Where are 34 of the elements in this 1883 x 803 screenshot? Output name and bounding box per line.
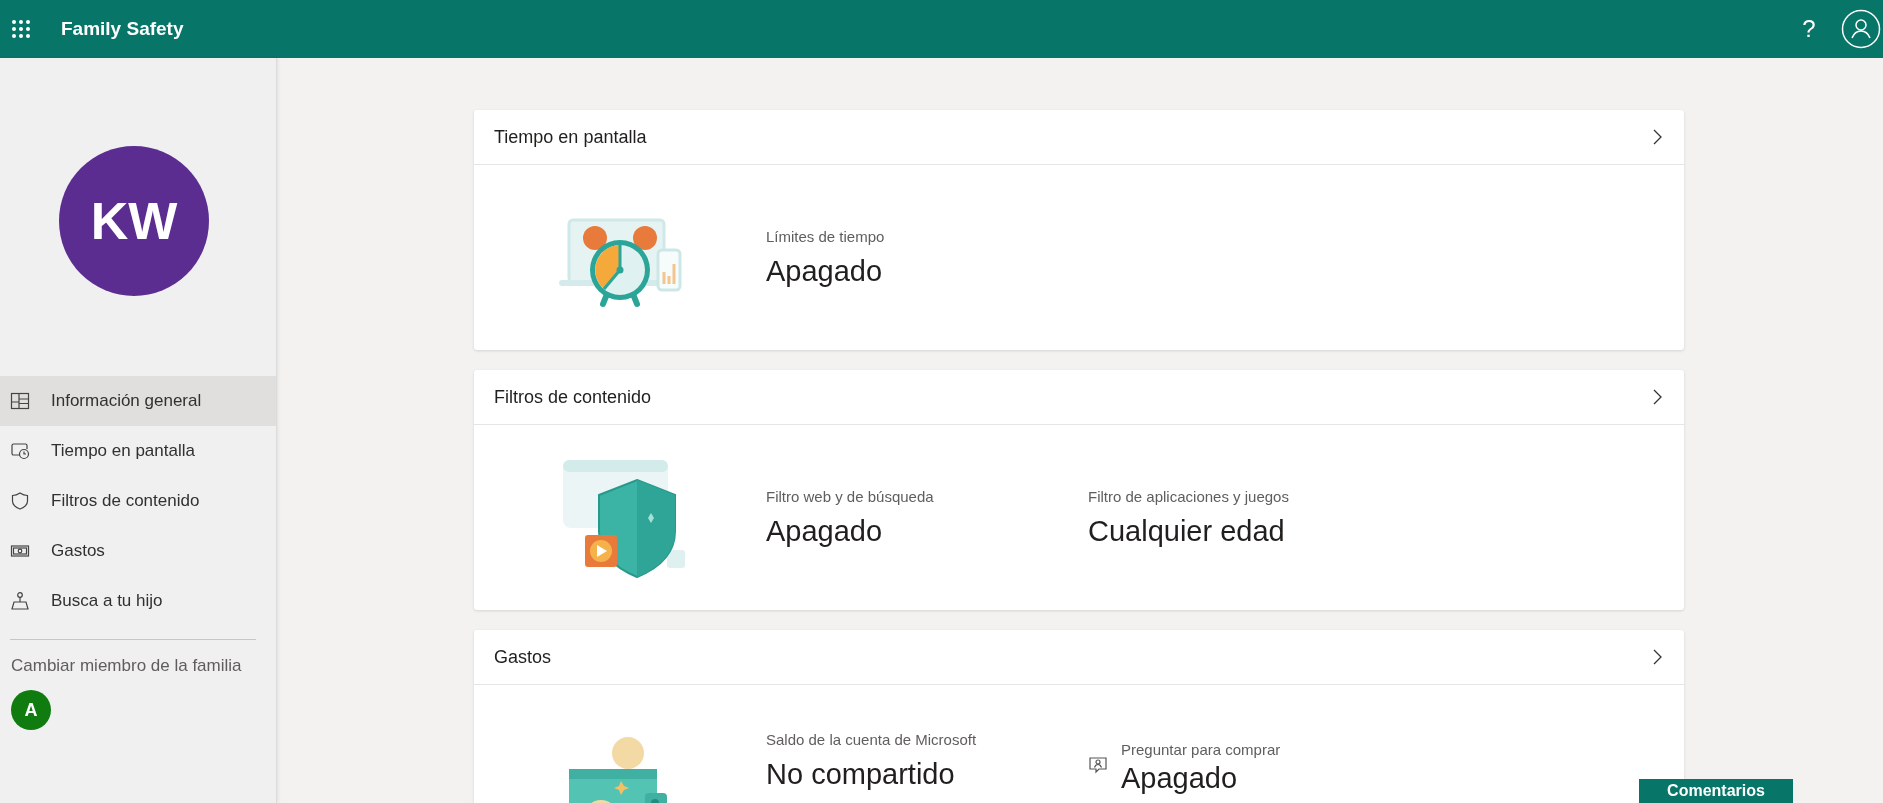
layout-grid-icon	[10, 391, 30, 411]
stat-value: Cualquier edad	[1088, 514, 1286, 548]
stat-label: Filtro de aplicaciones y juegos	[1088, 487, 1290, 505]
person-location-icon	[10, 591, 30, 611]
sidebar-item[interactable]: Gastos	[0, 526, 276, 576]
chevron-right-icon[interactable]	[1652, 649, 1662, 665]
account-icon[interactable]	[1841, 9, 1881, 49]
stat-value: Apagado	[1121, 763, 1239, 795]
shield-icon	[10, 491, 30, 511]
card-title[interactable]: Gastos	[494, 646, 552, 668]
chevron-right-icon[interactable]	[1652, 389, 1662, 405]
person-chat-icon	[1088, 755, 1108, 775]
chevron-right-icon[interactable]	[1652, 129, 1662, 145]
sidebar-item[interactable]: Filtros de contenido	[0, 476, 276, 526]
stat-value: No compartido	[766, 758, 956, 791]
app-title: Family Safety	[61, 18, 184, 40]
monitor-clock-icon	[10, 441, 30, 461]
member-avatar[interactable]: A	[11, 690, 51, 730]
stat-label: Saldo de la cuenta de Microsoft	[766, 731, 978, 748]
stat-value: Apagado	[766, 514, 884, 548]
sidebar-item[interactable]: Información general	[0, 376, 276, 426]
card-title[interactable]: Tiempo en pantalla	[494, 126, 647, 148]
profile-avatar: KW	[59, 146, 209, 296]
help-button[interactable]: ?	[1797, 13, 1821, 45]
sidebar-item[interactable]: Busca a tu hijo	[0, 576, 276, 626]
stat-label: Preguntar para comprar	[1121, 741, 1281, 758]
feedback-button[interactable]: Comentarios	[1639, 779, 1793, 803]
switch-member-label: Cambiar miembro de la familia	[11, 656, 243, 676]
stat-label: Filtro web y de búsqueda	[766, 487, 935, 505]
card-title[interactable]: Filtros de contenido	[494, 386, 652, 408]
stat-value: Apagado	[766, 254, 884, 288]
app-launcher-icon[interactable]	[11, 19, 31, 39]
sidebar-item[interactable]: Tiempo en pantalla	[0, 426, 276, 476]
stat-label: Límites de tiempo	[766, 227, 886, 245]
